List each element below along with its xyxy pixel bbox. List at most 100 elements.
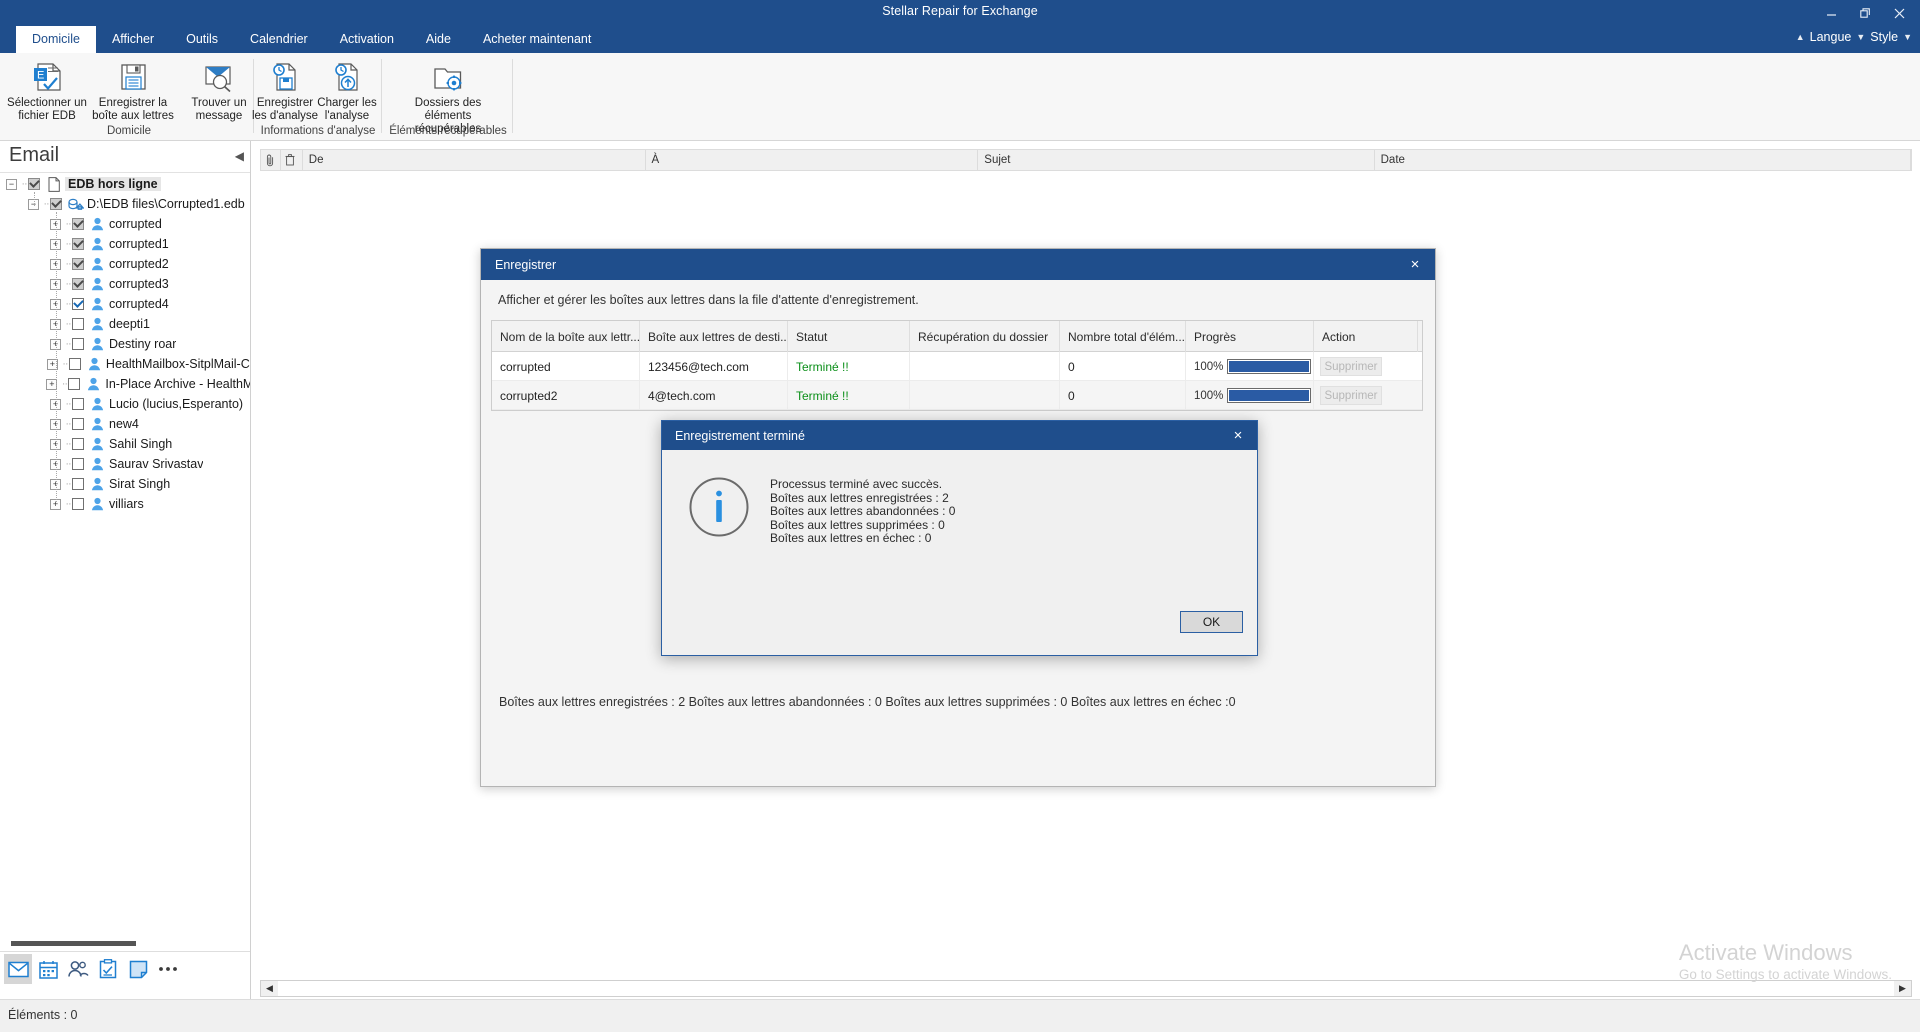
- window-controls: [1814, 0, 1916, 26]
- tree-item-checkbox[interactable]: [72, 498, 84, 510]
- restore-button[interactable]: [1848, 1, 1882, 25]
- tab-outils[interactable]: Outils: [170, 26, 234, 53]
- tab-activation[interactable]: Activation: [324, 26, 410, 53]
- tab-domicile[interactable]: Domicile: [16, 26, 96, 53]
- tree-item-label: deepti1: [109, 317, 151, 331]
- queue-column-header[interactable]: Boîte aux lettres de desti...: [640, 321, 788, 352]
- tree-item-checkbox[interactable]: [72, 338, 84, 350]
- tree-item-checkbox[interactable]: [28, 178, 40, 190]
- queue-row[interactable]: corrupted 123456@tech.com Terminé !! 0 100% S…: [492, 352, 1422, 381]
- tree-item[interactable]: + ·· corrupted4: [0, 294, 250, 314]
- tree-item-checkbox[interactable]: [68, 378, 81, 390]
- tree-item-checkbox[interactable]: [72, 398, 84, 410]
- queue-column-header[interactable]: Action: [1314, 321, 1418, 352]
- scroll-track[interactable]: [278, 981, 1894, 996]
- cell-value: Terminé !!: [796, 359, 849, 374]
- tree-item[interactable]: + ·· Sahil Singh: [0, 434, 250, 454]
- tree-item[interactable]: + ·· deepti1: [0, 314, 250, 334]
- tree-item[interactable]: + ·· corrupted3: [0, 274, 250, 294]
- queue-row[interactable]: corrupted2 4@tech.com Terminé !! 0 100% Suppr…: [492, 381, 1422, 410]
- activate-windows-watermark: Activate Windows Go to Settings to activ…: [1679, 940, 1892, 984]
- contacts-icon[interactable]: [64, 954, 92, 984]
- column-Date[interactable]: Date: [1375, 149, 1912, 171]
- tasks-icon[interactable]: [94, 954, 122, 984]
- collapse-ribbon-icon[interactable]: ▲: [1796, 32, 1805, 42]
- tree-item-checkbox[interactable]: [68, 358, 81, 370]
- tree-item-checkbox[interactable]: [72, 438, 84, 450]
- queue-column-header[interactable]: Progrès: [1186, 321, 1314, 352]
- tree-item[interactable]: + ·· HealthMailbox-SitplMail-Cor: [0, 354, 250, 374]
- style-menu[interactable]: Style: [1868, 29, 1900, 45]
- message-box-close-icon[interactable]: ×: [1219, 421, 1257, 450]
- column-À[interactable]: À: [646, 149, 979, 171]
- style-chevron-down-icon[interactable]: ▼: [1903, 32, 1912, 42]
- minimize-button[interactable]: [1814, 1, 1848, 25]
- tree-item[interactable]: + ·· In-Place Archive - HealthMai: [0, 374, 250, 394]
- tree-item[interactable]: + ·· villiars: [0, 494, 250, 514]
- calendar-icon[interactable]: [34, 954, 62, 984]
- tree-item[interactable]: + ·· corrupted1: [0, 234, 250, 254]
- delete-button[interactable]: Supprimer: [1320, 357, 1382, 376]
- tree-item[interactable]: + ·· Sirat Singh: [0, 474, 250, 494]
- mailbox-tree[interactable]: − ·· EDB hors ligne − ·· D:\EDB files\Corrupt…: [0, 174, 250, 939]
- tree-item[interactable]: + ·· corrupted: [0, 214, 250, 234]
- mail-icon[interactable]: [4, 954, 32, 984]
- column-attachment-icon[interactable]: [261, 149, 281, 171]
- save-dialog-close-icon[interactable]: ×: [1395, 249, 1435, 280]
- tree-item[interactable]: + ·· Lucio (lucius,Esperanto): [0, 394, 250, 414]
- collapse-sidebar-icon[interactable]: ◀: [235, 149, 244, 163]
- save-mailbox-button[interactable]: Enregistrer la boîte aux lettres: [90, 56, 176, 123]
- tree-item-checkbox[interactable]: [50, 198, 62, 210]
- tree-item-checkbox[interactable]: [72, 458, 84, 470]
- tree-item[interactable]: − ·· D:\EDB files\Corrupted1.edb: [0, 194, 250, 214]
- tab-calendrier[interactable]: Calendrier: [234, 26, 324, 53]
- tree-item[interactable]: + ·· Saurav Srivastav: [0, 454, 250, 474]
- tree-item-checkbox[interactable]: [72, 298, 84, 310]
- column-De[interactable]: De: [303, 149, 646, 171]
- tab-aide[interactable]: Aide: [410, 26, 467, 53]
- column-Sujet[interactable]: Sujet: [978, 149, 1375, 171]
- tree-item-label: corrupted1: [109, 237, 169, 251]
- load-scan-button[interactable]: Charger les l'analyse: [316, 56, 378, 123]
- tree-item-checkbox[interactable]: [72, 238, 84, 250]
- more-icon[interactable]: [154, 954, 182, 984]
- tree-item-checkbox[interactable]: [72, 218, 84, 230]
- select-edb-file-button[interactable]: E Sélectionner un fichier EDB: [4, 56, 90, 123]
- language-menu[interactable]: Langue: [1808, 29, 1854, 45]
- ok-button[interactable]: OK: [1180, 611, 1243, 633]
- tree-item-checkbox[interactable]: [72, 418, 84, 430]
- tree-item[interactable]: + ·· new4: [0, 414, 250, 434]
- column-trash-icon[interactable]: [281, 149, 303, 171]
- tree-item[interactable]: + ·· corrupted2: [0, 254, 250, 274]
- tree-connector: ··: [43, 198, 49, 210]
- tree-item-checkbox[interactable]: [72, 258, 84, 270]
- tab-acheter-maintenant[interactable]: Acheter maintenant: [467, 26, 607, 53]
- save-scan-button[interactable]: Enregistrer les d'analyse: [252, 56, 318, 123]
- tree-item[interactable]: − ·· EDB hors ligne: [0, 174, 250, 194]
- queue-column-header[interactable]: Nombre total d'élém...: [1060, 321, 1186, 352]
- tree-connector: ··: [65, 278, 71, 290]
- tree-connector: ··: [61, 378, 68, 390]
- queue-column-header[interactable]: Statut: [788, 321, 910, 352]
- scroll-right-icon[interactable]: ▶: [1894, 981, 1911, 996]
- edb-file-icon: E: [29, 60, 65, 94]
- cell-mailbox-name: corrupted2: [492, 381, 640, 410]
- tree-item[interactable]: + ·· Destiny roar: [0, 334, 250, 354]
- queue-column-header[interactable]: Récupération du dossier: [910, 321, 1060, 352]
- notes-icon[interactable]: [124, 954, 152, 984]
- user-icon: [89, 477, 106, 491]
- language-chevron-down-icon[interactable]: ▼: [1856, 32, 1865, 42]
- recoverable-folders-button[interactable]: Dossiers des éléments récupérables: [396, 56, 500, 136]
- sidebar-scrollbar[interactable]: [11, 941, 136, 946]
- queue-column-header[interactable]: Nom de la boîte aux lettr...: [492, 321, 640, 352]
- scroll-left-icon[interactable]: ◀: [261, 981, 278, 996]
- tree-item-checkbox[interactable]: [72, 278, 84, 290]
- select-edb-file-label: Sélectionner un fichier EDB: [7, 97, 87, 122]
- close-button[interactable]: [1882, 1, 1916, 25]
- tree-item-checkbox[interactable]: [72, 478, 84, 490]
- message-list-horizontal-scrollbar[interactable]: ◀ ▶: [260, 980, 1912, 997]
- tree-item-checkbox[interactable]: [72, 318, 84, 330]
- delete-button[interactable]: Supprimer: [1320, 386, 1382, 405]
- tab-afficher[interactable]: Afficher: [96, 26, 170, 53]
- collapse-node-icon[interactable]: −: [6, 178, 17, 190]
